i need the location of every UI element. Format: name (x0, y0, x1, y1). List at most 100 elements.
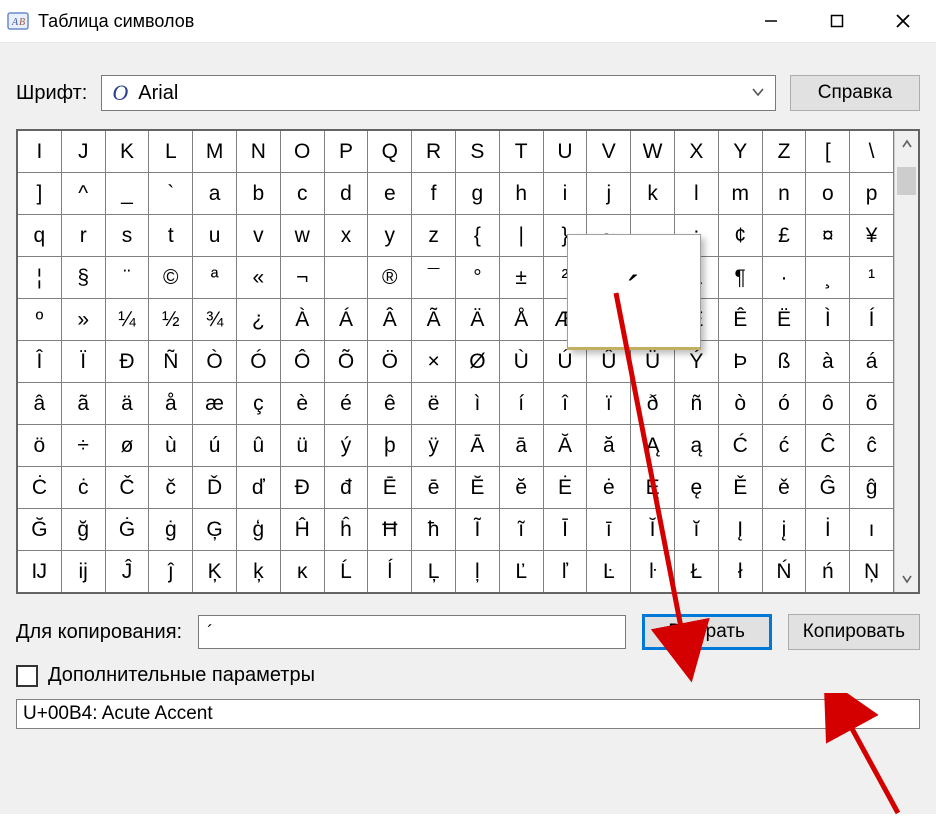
character-cell[interactable]: Ä (456, 299, 500, 341)
character-cell[interactable]: Ö (368, 341, 412, 383)
character-cell[interactable]: _ (106, 173, 150, 215)
character-cell[interactable]: Ĕ (456, 467, 500, 509)
character-cell[interactable]: b (237, 173, 281, 215)
character-cell[interactable]: ğ (62, 509, 106, 551)
character-cell[interactable]: ĵ (149, 551, 193, 592)
character-cell[interactable]: « (237, 257, 281, 299)
character-cell[interactable]: £ (763, 215, 807, 257)
character-cell[interactable]: ¯ (412, 257, 456, 299)
character-cell[interactable]: Ô (281, 341, 325, 383)
character-cell[interactable]: J (62, 131, 106, 173)
character-cell[interactable]: Ā (456, 425, 500, 467)
character-cell[interactable]: I (18, 131, 62, 173)
character-cell[interactable]: w (281, 215, 325, 257)
character-cell[interactable]: Ù (500, 341, 544, 383)
character-cell[interactable]: ï (587, 383, 631, 425)
character-cell[interactable]: ċ (62, 467, 106, 509)
character-cell[interactable]: o (806, 173, 850, 215)
character-cell[interactable]: Ċ (18, 467, 62, 509)
character-cell[interactable]: Ď (193, 467, 237, 509)
character-cell[interactable]: n (763, 173, 807, 215)
character-cell[interactable]: Õ (325, 341, 369, 383)
character-cell[interactable]: S (456, 131, 500, 173)
select-button[interactable]: Выбрать (642, 614, 772, 650)
character-cell[interactable]: y (368, 215, 412, 257)
character-cell[interactable]: ĺ (368, 551, 412, 592)
character-cell[interactable]: ī (587, 509, 631, 551)
character-cell[interactable]: Ŀ (587, 551, 631, 592)
character-cell[interactable]: Ĉ (806, 425, 850, 467)
character-cell[interactable]: Ĩ (456, 509, 500, 551)
character-cell[interactable]: { (456, 215, 500, 257)
character-cell[interactable]: ý (325, 425, 369, 467)
character-cell[interactable]: s (106, 215, 150, 257)
scrollbar-track[interactable] (895, 157, 918, 566)
character-cell[interactable]: O (281, 131, 325, 173)
character-cell[interactable]: Č (106, 467, 150, 509)
character-cell[interactable]: m (719, 173, 763, 215)
character-cell[interactable]: ĸ (281, 551, 325, 592)
character-cell[interactable]: ¬ (281, 257, 325, 299)
character-cell[interactable]: đ (325, 467, 369, 509)
character-cell[interactable]: g (456, 173, 500, 215)
character-cell[interactable]: ē (412, 467, 456, 509)
character-cell[interactable]: ħ (412, 509, 456, 551)
character-cell[interactable]: ¢ (719, 215, 763, 257)
character-cell[interactable]: İ (806, 509, 850, 551)
character-cell[interactable]: ¥ (850, 215, 894, 257)
character-cell[interactable]: ã (62, 383, 106, 425)
character-cell[interactable]: Ķ (193, 551, 237, 592)
character-cell[interactable]: Ø (456, 341, 500, 383)
character-cell[interactable]: ć (763, 425, 807, 467)
character-cell[interactable]: û (237, 425, 281, 467)
character-cell[interactable]: ë (412, 383, 456, 425)
copy-input[interactable]: ´ (198, 615, 626, 649)
character-cell[interactable]: ½ (149, 299, 193, 341)
character-cell[interactable]: ĭ (675, 509, 719, 551)
character-cell[interactable]: î (544, 383, 588, 425)
character-cell[interactable]: k (631, 173, 675, 215)
character-cell[interactable]: R (412, 131, 456, 173)
character-cell[interactable]: Ò (193, 341, 237, 383)
character-cell[interactable]: º (18, 299, 62, 341)
character-cell[interactable]: X (675, 131, 719, 173)
character-cell[interactable]: ę (675, 467, 719, 509)
character-cell[interactable]: © (149, 257, 193, 299)
character-cell[interactable]: ĕ (500, 467, 544, 509)
character-cell[interactable]: Î (18, 341, 62, 383)
character-cell[interactable]: Å (500, 299, 544, 341)
character-cell[interactable]: ­ (325, 257, 369, 299)
character-cell[interactable]: z (412, 215, 456, 257)
character-cell[interactable]: Ć (719, 425, 763, 467)
character-cell[interactable]: Ă (544, 425, 588, 467)
character-cell[interactable]: á (850, 341, 894, 383)
character-cell[interactable]: ¾ (193, 299, 237, 341)
character-cell[interactable]: L (149, 131, 193, 173)
character-cell[interactable]: Ĥ (281, 509, 325, 551)
character-cell[interactable]: ° (456, 257, 500, 299)
character-cell[interactable]: p (850, 173, 894, 215)
character-cell[interactable]: ð (631, 383, 675, 425)
character-cell[interactable]: Ļ (412, 551, 456, 592)
character-cell[interactable]: Ħ (368, 509, 412, 551)
character-cell[interactable]: ģ (237, 509, 281, 551)
character-cell[interactable]: Ė (544, 467, 588, 509)
character-cell[interactable]: t (149, 215, 193, 257)
character-cell[interactable]: Ê (719, 299, 763, 341)
character-cell[interactable]: Ĺ (325, 551, 369, 592)
character-cell[interactable]: Ì (806, 299, 850, 341)
character-cell[interactable]: | (500, 215, 544, 257)
character-cell[interactable]: Ñ (149, 341, 193, 383)
character-cell[interactable]: ü (281, 425, 325, 467)
character-cell[interactable]: h (500, 173, 544, 215)
character-cell[interactable]: Y (719, 131, 763, 173)
minimize-button[interactable] (738, 0, 804, 42)
character-cell[interactable]: Ą (631, 425, 675, 467)
character-cell[interactable]: » (62, 299, 106, 341)
character-cell[interactable]: Ĵ (106, 551, 150, 592)
character-cell[interactable]: ÿ (412, 425, 456, 467)
character-cell[interactable]: ö (18, 425, 62, 467)
character-cell[interactable]: ø (106, 425, 150, 467)
character-cell[interactable]: ĩ (500, 509, 544, 551)
character-cell[interactable]: U (544, 131, 588, 173)
